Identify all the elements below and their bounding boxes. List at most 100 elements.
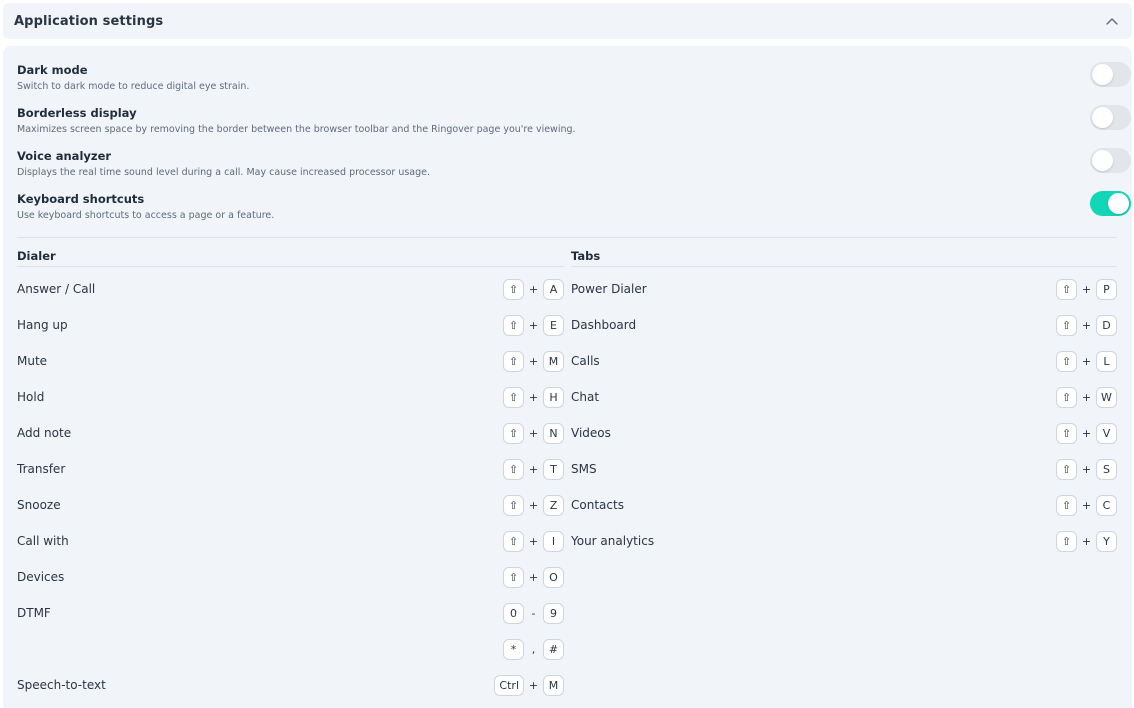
shortcut-label: Add note bbox=[17, 426, 72, 440]
shortcut-row-snooze: Snooze ⇧ + Z bbox=[17, 494, 564, 516]
chevron-up-icon[interactable] bbox=[1104, 13, 1120, 29]
shortcut-row-calls: Calls ⇧ + L bbox=[571, 350, 1117, 372]
key-cap: D bbox=[1096, 314, 1117, 336]
key-cap: S bbox=[1096, 458, 1117, 480]
dialer-heading-underline bbox=[17, 266, 564, 267]
shift-key-icon: ⇧ bbox=[1056, 458, 1077, 480]
shift-key-icon: ⇧ bbox=[1056, 350, 1077, 372]
shortcut-row-devices: Devices ⇧ + O bbox=[17, 566, 564, 588]
setting-dark-mode: Dark mode Switch to dark mode to reduce … bbox=[17, 62, 1131, 102]
key-separator: + bbox=[528, 534, 539, 548]
shortcut-row-answer-call: Answer / Call ⇧ + A bbox=[17, 278, 564, 300]
key-separator: + bbox=[1081, 534, 1092, 548]
shortcut-keys: ⇧ + P bbox=[1056, 278, 1117, 300]
setting-voice-analyzer: Voice analyzer Displays the real time so… bbox=[17, 148, 1131, 188]
key-cap: H bbox=[543, 386, 564, 408]
key-cap: T bbox=[543, 458, 564, 480]
key-separator: + bbox=[1081, 354, 1092, 368]
shortcut-row-call-with: Call with ⇧ + I bbox=[17, 530, 564, 552]
divider bbox=[17, 237, 1117, 238]
shift-key-icon: ⇧ bbox=[503, 350, 524, 372]
shortcut-label: Videos bbox=[571, 426, 611, 440]
settings-section-header[interactable]: Application settings bbox=[3, 3, 1132, 39]
shortcut-row-speech-to-text: Speech-to-text Ctrl + M bbox=[17, 674, 564, 696]
shortcut-keys: ⇧ + C bbox=[1056, 494, 1117, 516]
shortcut-keys: ⇧ + V bbox=[1056, 422, 1117, 444]
shortcut-keys: ⇧ + Z bbox=[503, 494, 564, 516]
shortcut-label: Answer / Call bbox=[17, 282, 96, 296]
shortcut-row-transfer: Transfer ⇧ + T bbox=[17, 458, 564, 480]
shortcut-row-hang-up: Hang up ⇧ + E bbox=[17, 314, 564, 336]
shortcut-keys: ⇧ + I bbox=[503, 530, 564, 552]
setting-description: Use keyboard shortcuts to access a page … bbox=[17, 210, 275, 221]
key-cap: C bbox=[1096, 494, 1117, 516]
shortcut-keys: ⇧ + L bbox=[1056, 350, 1117, 372]
shift-key-icon: ⇧ bbox=[1056, 494, 1077, 516]
shortcut-keys: ⇧ + N bbox=[503, 422, 564, 444]
key-separator: , bbox=[531, 642, 536, 656]
key-cap: Y bbox=[1096, 530, 1117, 552]
shortcut-row-power-dialer: Power Dialer ⇧ + P bbox=[571, 278, 1117, 300]
toggle-knob bbox=[1092, 150, 1113, 171]
key-cap: E bbox=[543, 314, 564, 336]
shortcut-row-videos: Videos ⇧ + V bbox=[571, 422, 1117, 444]
key-separator: + bbox=[528, 426, 539, 440]
shortcut-label: Hold bbox=[17, 390, 45, 404]
key-separator: + bbox=[1081, 426, 1092, 440]
setting-title: Borderless display bbox=[17, 106, 137, 120]
shortcut-keys: ⇧ + H bbox=[503, 386, 564, 408]
key-separator: + bbox=[528, 570, 539, 584]
shortcut-keys: ⇧ + T bbox=[503, 458, 564, 480]
key-cap: I bbox=[543, 530, 564, 552]
shortcut-label: Devices bbox=[17, 570, 65, 584]
settings-panel: Dark mode Switch to dark mode to reduce … bbox=[3, 46, 1132, 708]
shortcut-keys: ⇧ + M bbox=[503, 350, 564, 372]
toggle-knob bbox=[1092, 107, 1113, 128]
key-cap: L bbox=[1096, 350, 1117, 372]
shortcut-row-sms: SMS ⇧ + S bbox=[571, 458, 1117, 480]
key-cap: * bbox=[503, 638, 524, 660]
shift-key-icon: ⇧ bbox=[1056, 278, 1077, 300]
key-cap: P bbox=[1096, 278, 1117, 300]
shortcut-row-add-note: Add note ⇧ + N bbox=[17, 422, 564, 444]
shortcut-keys: ⇧ + O bbox=[503, 566, 564, 588]
shortcut-keys: ⇧ + A bbox=[503, 278, 564, 300]
shortcut-row-dashboard: Dashboard ⇧ + D bbox=[571, 314, 1117, 336]
setting-description: Maximizes screen space by removing the b… bbox=[17, 124, 576, 135]
key-separator: + bbox=[528, 462, 539, 476]
shift-key-icon: ⇧ bbox=[1056, 386, 1077, 408]
key-separator: + bbox=[528, 498, 539, 512]
shortcut-keys: ⇧ + E bbox=[503, 314, 564, 336]
setting-borderless-display: Borderless display Maximizes screen spac… bbox=[17, 105, 1131, 145]
shortcut-row-contacts: Contacts ⇧ + C bbox=[571, 494, 1117, 516]
shift-key-icon: ⇧ bbox=[1056, 530, 1077, 552]
key-cap: 9 bbox=[543, 602, 564, 624]
shortcut-row-chat: Chat ⇧ + W bbox=[571, 386, 1117, 408]
shortcut-keys: ⇧ + D bbox=[1056, 314, 1117, 336]
key-separator: + bbox=[1081, 462, 1092, 476]
tabs-heading: Tabs bbox=[571, 249, 601, 263]
key-cap: M bbox=[543, 674, 564, 696]
setting-title: Keyboard shortcuts bbox=[17, 192, 145, 206]
shortcut-keys: Ctrl + M bbox=[494, 674, 564, 696]
key-cap: Ctrl bbox=[494, 674, 524, 696]
shortcut-label: Transfer bbox=[17, 462, 66, 476]
setting-title: Voice analyzer bbox=[17, 149, 112, 163]
key-cap: A bbox=[543, 278, 564, 300]
key-separator: - bbox=[531, 606, 536, 620]
shortcut-keys: 0-9 bbox=[503, 602, 564, 624]
tabs-heading-underline bbox=[571, 266, 1117, 267]
keyboard-shortcuts-toggle[interactable] bbox=[1090, 191, 1131, 216]
key-separator: + bbox=[528, 678, 539, 692]
key-cap: N bbox=[543, 422, 564, 444]
shortcut-label: Chat bbox=[571, 390, 600, 404]
shift-key-icon: ⇧ bbox=[503, 566, 524, 588]
shortcut-label: Snooze bbox=[17, 498, 61, 512]
section-title: Application settings bbox=[14, 13, 164, 29]
shift-key-icon: ⇧ bbox=[503, 494, 524, 516]
borderless-display-toggle[interactable] bbox=[1090, 105, 1131, 130]
shortcut-row-your-analytics: Your analytics ⇧ + Y bbox=[571, 530, 1117, 552]
dark-mode-toggle[interactable] bbox=[1090, 62, 1131, 87]
voice-analyzer-toggle[interactable] bbox=[1090, 148, 1131, 173]
key-cap: V bbox=[1096, 422, 1117, 444]
